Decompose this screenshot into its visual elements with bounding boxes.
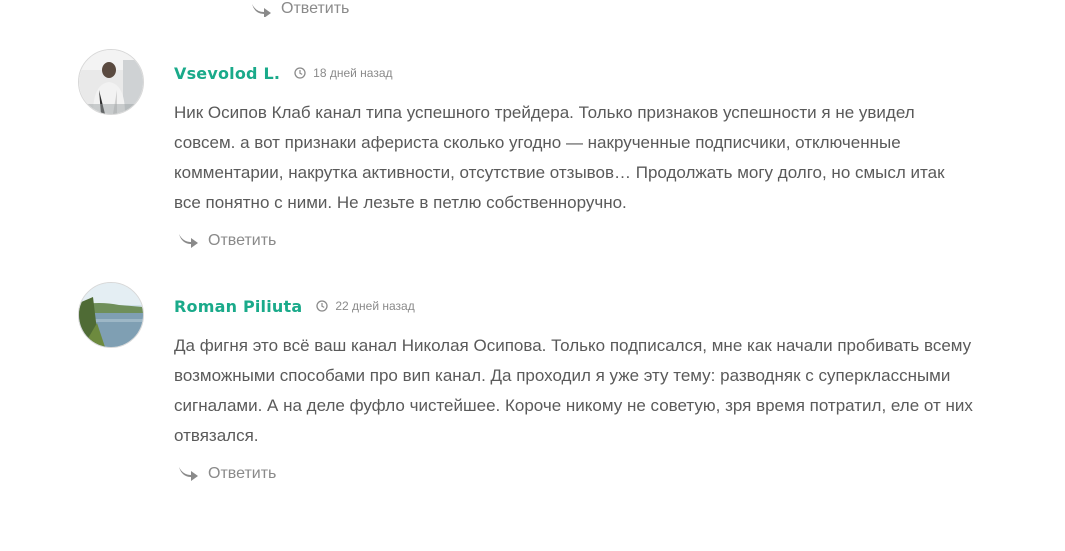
comment-text-line: возможными способами про вип канал. Да п… xyxy=(174,366,951,385)
reply-arrow-icon xyxy=(179,467,198,481)
comment-text-line: сигналами. А на деле фуфло чистейшее. Ко… xyxy=(174,396,973,415)
comment-author[interactable]: Roman Piliuta xyxy=(174,297,302,316)
avatar[interactable] xyxy=(78,49,144,115)
reply-button[interactable]: Ответить xyxy=(177,462,276,486)
comment-meta: Vsevolod L. 18 дней назад xyxy=(174,62,393,84)
comment-text-line: Ник Осипов Клаб канал типа успешного тре… xyxy=(174,103,915,122)
reply-label: Ответить xyxy=(208,465,277,482)
comment-text-line: совсем. а вот признаки афериста сколько … xyxy=(174,133,901,152)
comment-text-line: все понятно с ними. Не лезьте в петлю со… xyxy=(174,193,627,212)
reply-label: Ответить xyxy=(281,0,350,17)
clock-icon xyxy=(294,67,306,79)
comment-meta: Roman Piliuta 22 дней назад xyxy=(174,295,415,317)
avatar-photo xyxy=(79,50,143,114)
comment-date-link[interactable]: 22 дней назад xyxy=(316,299,415,313)
comment-text-line: отвязался. xyxy=(174,426,259,445)
comment-text: Ник Осипов Клаб канал типа успешного тре… xyxy=(174,98,1014,218)
reply-arrow-icon xyxy=(252,4,271,17)
comment-text-line: комментарии, накрутка активности, отсутс… xyxy=(174,163,945,182)
comment-date-link[interactable]: 18 дней назад xyxy=(294,66,393,80)
comment-date: 22 дней назад xyxy=(335,299,415,313)
avatar[interactable] xyxy=(78,282,144,348)
clock-icon xyxy=(316,300,329,312)
avatar-photo xyxy=(79,283,143,347)
comment-date: 18 дней назад xyxy=(313,66,393,80)
reply-link-previous[interactable]: Ответить xyxy=(250,0,349,21)
reply-button[interactable]: Ответить xyxy=(177,229,276,253)
reply-label: Ответить xyxy=(208,232,277,249)
comment-author[interactable]: Vsevolod L. xyxy=(174,64,280,83)
comment-text: Да фигня это всё ваш канал Николая Осипо… xyxy=(174,331,1014,451)
reply-arrow-icon xyxy=(179,234,198,248)
comment-text-line: Да фигня это всё ваш канал Николая Осипо… xyxy=(174,336,972,355)
